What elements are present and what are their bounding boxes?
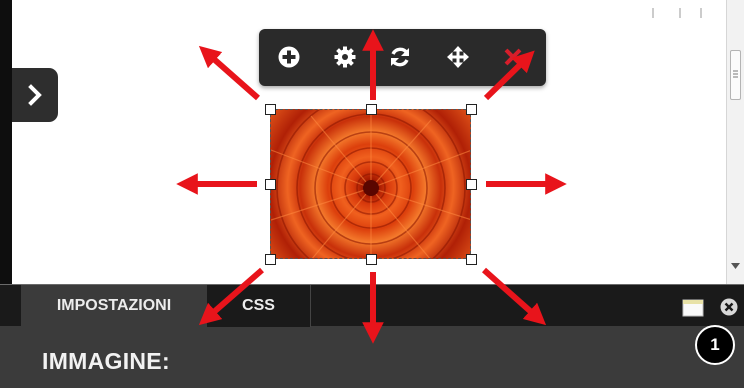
resize-arrow-down-right (482, 267, 547, 326)
resize-arrow-down-left (198, 267, 264, 326)
resize-arrow-up-right (483, 50, 535, 101)
step-badge: 1 (695, 325, 735, 365)
annotation-arrows (176, 29, 567, 344)
resize-arrow-up-left (198, 45, 260, 101)
